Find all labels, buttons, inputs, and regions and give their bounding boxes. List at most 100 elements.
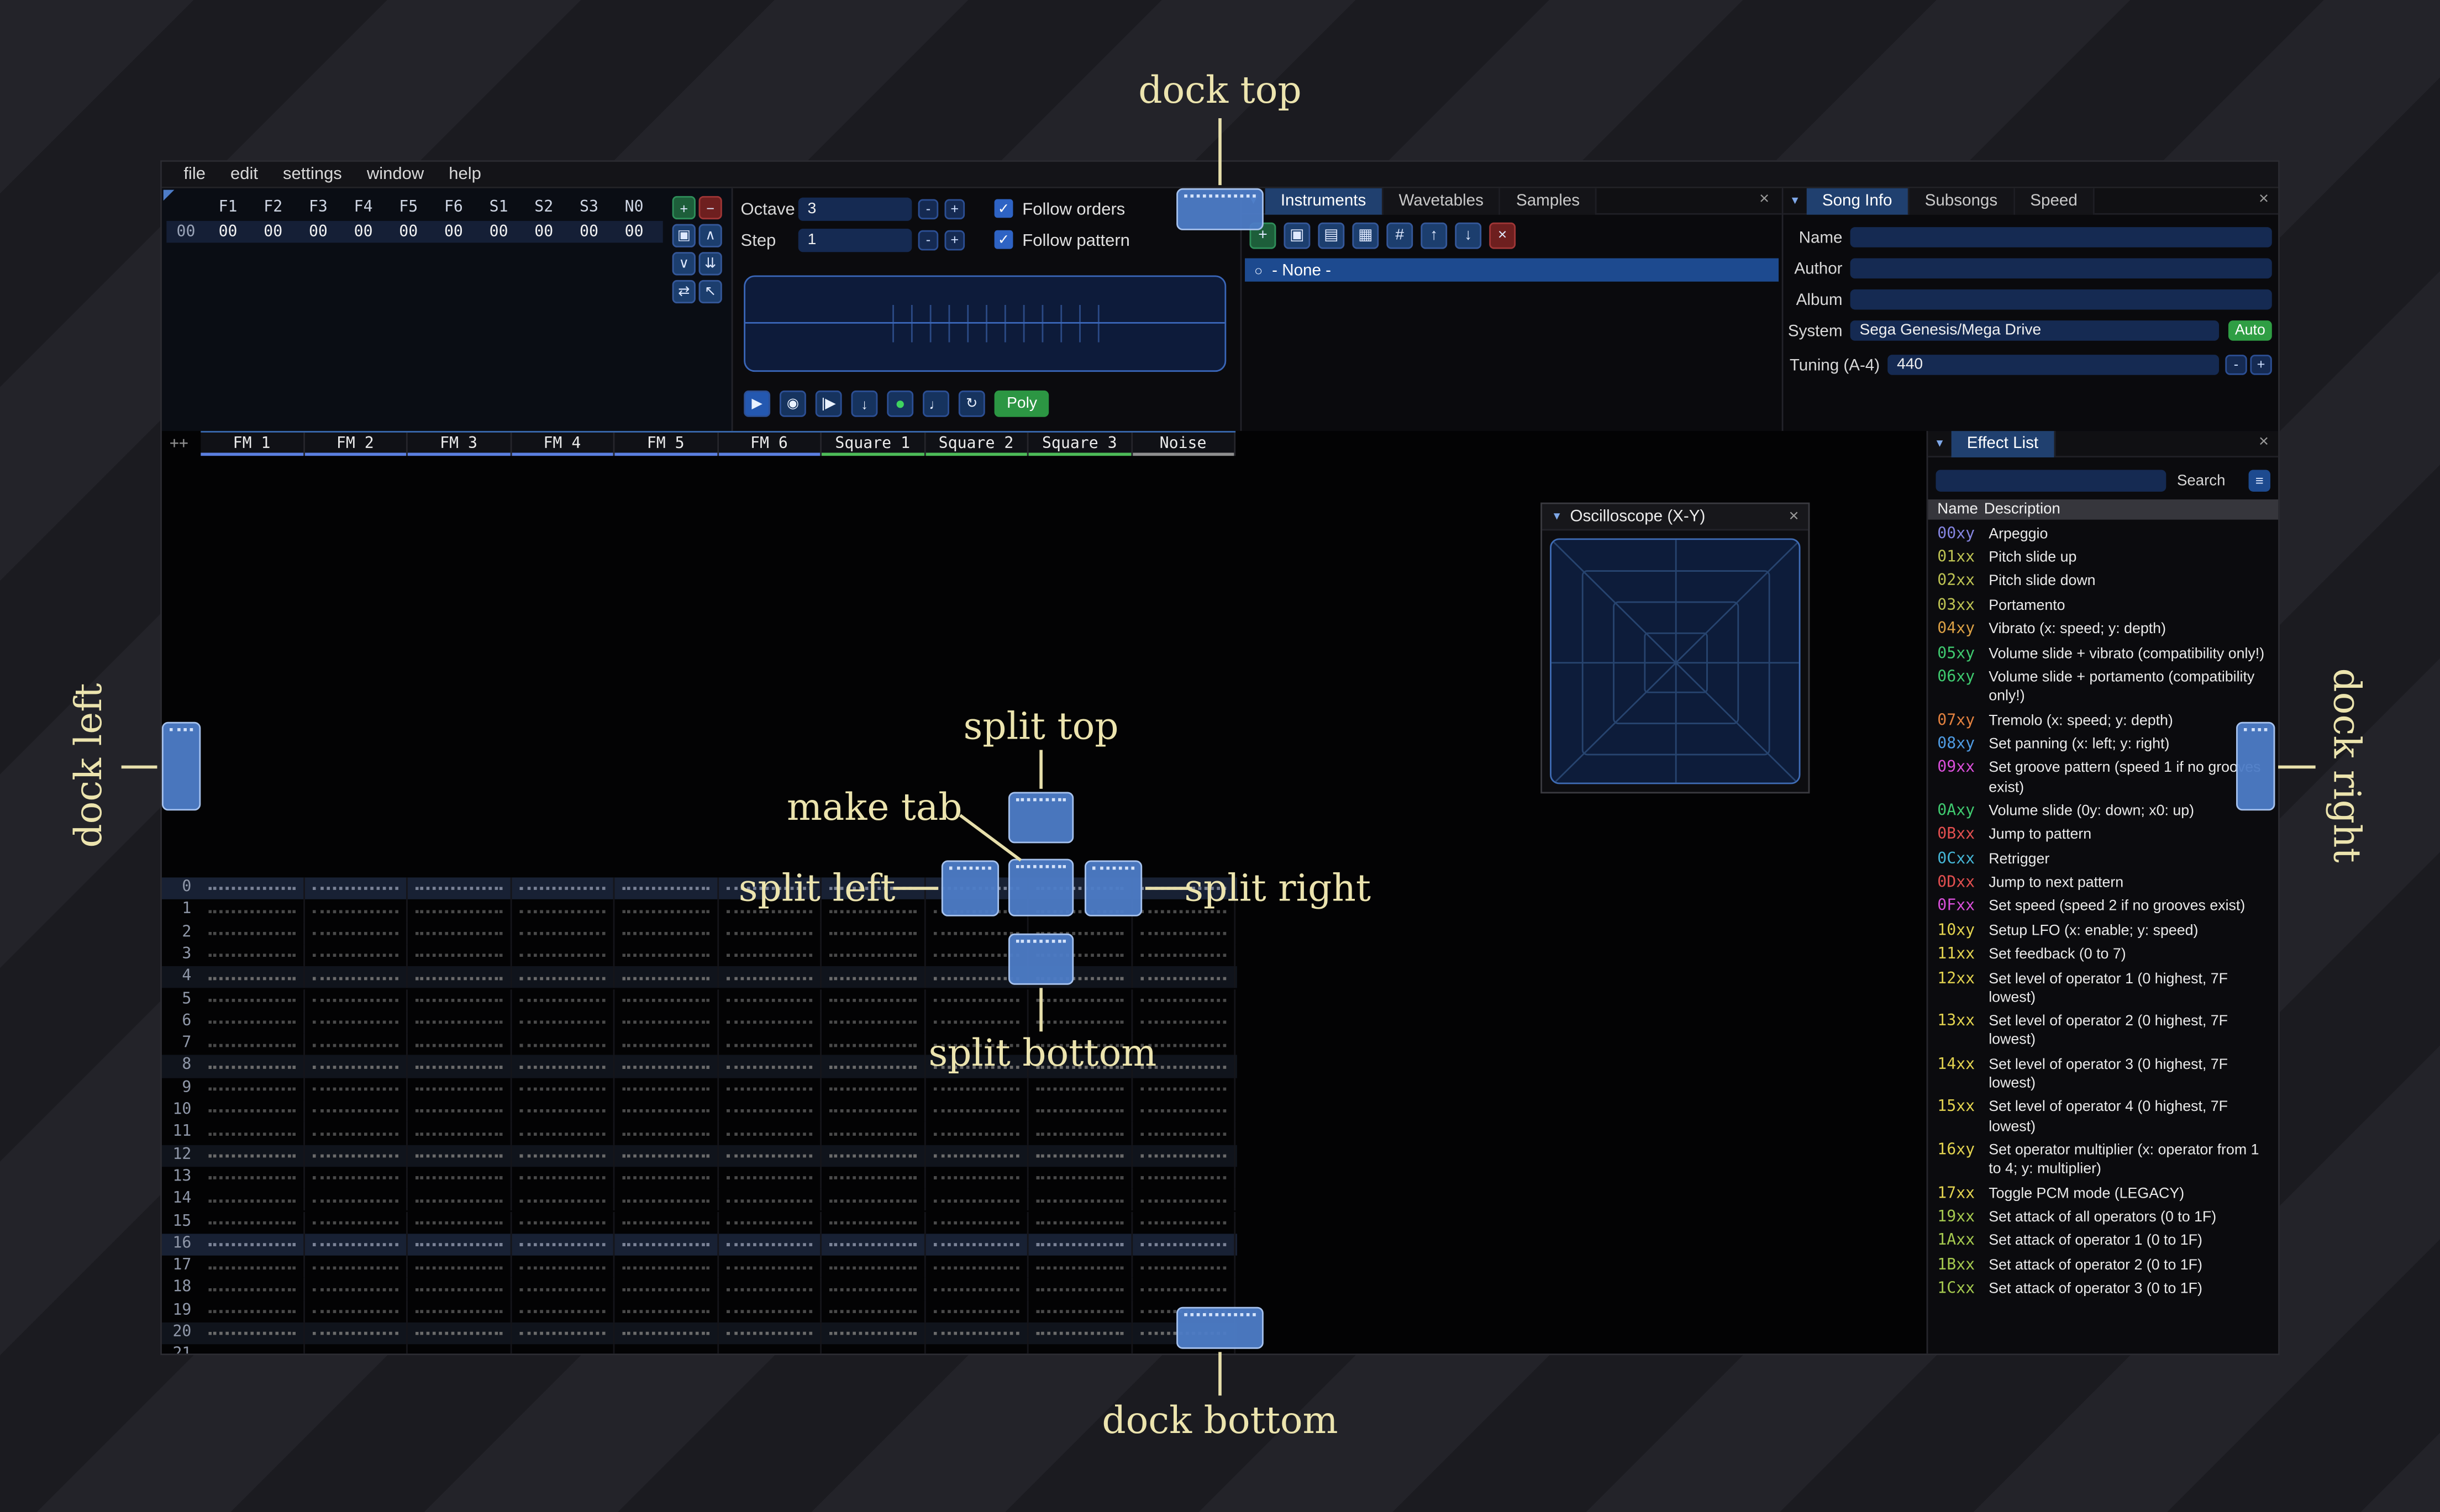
pattern-cell[interactable]	[511, 1189, 615, 1211]
pattern-cell[interactable]	[1029, 1256, 1132, 1278]
pattern-cell[interactable]	[408, 1122, 512, 1145]
effect-row-16xy[interactable]: 16xy Set operator multiplier (x: operator…	[1928, 1140, 2278, 1183]
move-order-down-button[interactable]: ∨	[672, 252, 696, 276]
pattern-cell[interactable]	[408, 899, 512, 922]
instrument-organize-button[interactable]: #	[1386, 222, 1413, 249]
pattern-cell[interactable]	[408, 877, 512, 900]
tab-speed[interactable]: Speed	[2015, 187, 2095, 214]
order-cell-n0[interactable]: 00	[612, 223, 657, 240]
step-one-row-button[interactable]: ↓	[851, 390, 878, 417]
pattern-cell[interactable]	[1132, 1166, 1236, 1189]
pattern-cell[interactable]	[201, 1322, 304, 1345]
pattern-cell[interactable]	[201, 1300, 304, 1323]
move-instrument-up-button[interactable]: ↑	[1421, 222, 1448, 249]
pattern-cell[interactable]	[511, 1345, 615, 1354]
poly-button[interactable]: Poly	[994, 390, 1050, 417]
pattern-cell[interactable]	[304, 1100, 408, 1123]
order-cell-s2[interactable]: 00	[521, 223, 566, 240]
tab-song-info[interactable]: Song Info	[1806, 187, 1910, 214]
pattern-cell[interactable]	[925, 1256, 1029, 1278]
pattern-cell[interactable]	[511, 1322, 615, 1345]
pattern-cell[interactable]	[822, 1100, 925, 1123]
pattern-cell[interactable]	[718, 1033, 822, 1056]
pattern-cell[interactable]	[408, 966, 512, 989]
instrument-list-item[interactable]: ○ - None -	[1245, 258, 1779, 282]
order-cell-f3[interactable]: 00	[296, 223, 341, 240]
pattern-cell[interactable]	[718, 1011, 822, 1034]
pattern-cell[interactable]	[511, 1211, 615, 1234]
pattern-cell[interactable]	[1029, 1189, 1132, 1211]
effect-search-input[interactable]	[1936, 470, 2166, 492]
pattern-cell[interactable]	[408, 921, 512, 945]
song-info-collapse-icon[interactable]: ▼	[1783, 195, 1806, 206]
order-cell-f2[interactable]: 00	[250, 223, 296, 240]
pattern-cell[interactable]	[614, 1278, 718, 1300]
pattern-cell[interactable]	[511, 1256, 615, 1278]
pattern-cell[interactable]	[925, 1211, 1029, 1234]
instruments-close-icon[interactable]: ×	[1753, 190, 1776, 209]
pattern-cell[interactable]	[408, 1033, 512, 1056]
effect-row-0Bxx[interactable]: 0Bxx Jump to pattern	[1928, 824, 2278, 848]
oscilloscope-collapse-icon[interactable]: ▼	[1552, 511, 1563, 522]
effect-row-0Axy[interactable]: 0Axy Volume slide (0y: down; x0: up)	[1928, 800, 2278, 824]
song-name-input[interactable]	[1850, 227, 2272, 247]
pattern-cell[interactable]	[1029, 1278, 1132, 1300]
pattern-cell[interactable]	[408, 1055, 512, 1078]
effect-row-06xy[interactable]: 06xy Volume slide + portamento (compatibi…	[1928, 666, 2278, 709]
pattern-cell[interactable]	[408, 1100, 512, 1123]
pattern-cell[interactable]	[511, 1033, 615, 1056]
pattern-cell[interactable]	[511, 899, 615, 922]
pattern-cell[interactable]	[822, 921, 925, 945]
channel-header-fm-6[interactable]: FM 6	[718, 432, 822, 456]
tab-instruments[interactable]: Instruments	[1265, 187, 1384, 214]
pattern-cell[interactable]	[201, 1166, 304, 1189]
pattern-cell[interactable]	[822, 1278, 925, 1300]
pattern-cell[interactable]	[304, 1278, 408, 1300]
effect-row-17xx[interactable]: 17xx Toggle PCM mode (LEGACY)	[1928, 1182, 2278, 1206]
channel-header-fm-2[interactable]: FM 2	[304, 432, 408, 456]
pattern-cell[interactable]	[1132, 1122, 1236, 1145]
pattern-cell[interactable]	[822, 1322, 925, 1345]
pattern-cell[interactable]	[718, 1100, 822, 1123]
pattern-cell[interactable]	[511, 1100, 615, 1123]
menu-item-edit[interactable]: edit	[218, 165, 270, 184]
octave-increase-button[interactable]: +	[944, 199, 965, 220]
song-album-input[interactable]	[1850, 289, 2272, 310]
pattern-cell[interactable]	[511, 1166, 615, 1189]
pattern-cell[interactable]	[614, 1233, 718, 1256]
pattern-cell[interactable]	[718, 966, 822, 989]
channel-header-square-2[interactable]: Square 2	[925, 432, 1029, 456]
octave-decrease-button[interactable]: -	[918, 199, 939, 220]
pattern-cell[interactable]	[304, 1211, 408, 1234]
pattern-cell[interactable]	[718, 921, 822, 945]
pattern-cell[interactable]	[614, 966, 718, 989]
pattern-cell[interactable]	[201, 1100, 304, 1123]
move-order-up-button[interactable]: ∧	[698, 224, 722, 247]
menu-item-settings[interactable]: settings	[271, 165, 355, 184]
delete-instrument-button[interactable]: ×	[1489, 222, 1516, 249]
effect-row-09xx[interactable]: 09xx Set groove pattern (speed 1 if no gr…	[1928, 757, 2278, 800]
pattern-cell[interactable]	[304, 966, 408, 989]
pattern-cell[interactable]	[925, 1278, 1029, 1300]
pattern-cell[interactable]	[1029, 1077, 1132, 1100]
play-button[interactable]: ▶	[744, 390, 771, 417]
pattern-cell[interactable]	[1132, 921, 1236, 945]
pattern-cell[interactable]	[201, 1144, 304, 1167]
pattern-cell[interactable]	[201, 1189, 304, 1211]
effect-row-03xx[interactable]: 03xx Portamento	[1928, 594, 2278, 618]
pattern-cell[interactable]	[511, 1144, 615, 1167]
order-edit-button[interactable]: ↖	[698, 280, 722, 304]
pattern-cell[interactable]	[822, 1256, 925, 1278]
pattern-cell[interactable]	[718, 1256, 822, 1278]
order-cell-f1[interactable]: 00	[206, 223, 251, 240]
pattern-cell[interactable]	[304, 1166, 408, 1189]
pattern-cell[interactable]	[822, 988, 925, 1011]
pattern-cell[interactable]	[1132, 1256, 1236, 1278]
pattern-cell[interactable]	[822, 1300, 925, 1323]
duplicate-instrument-button[interactable]: ▣	[1284, 222, 1311, 249]
pattern-cell[interactable]	[614, 1144, 718, 1167]
deep-clone-order-button[interactable]: ⇊	[698, 252, 722, 276]
pattern-cell[interactable]	[925, 1166, 1029, 1189]
pattern-cell[interactable]	[614, 1345, 718, 1354]
tab-samples[interactable]: Samples	[1500, 187, 1597, 214]
